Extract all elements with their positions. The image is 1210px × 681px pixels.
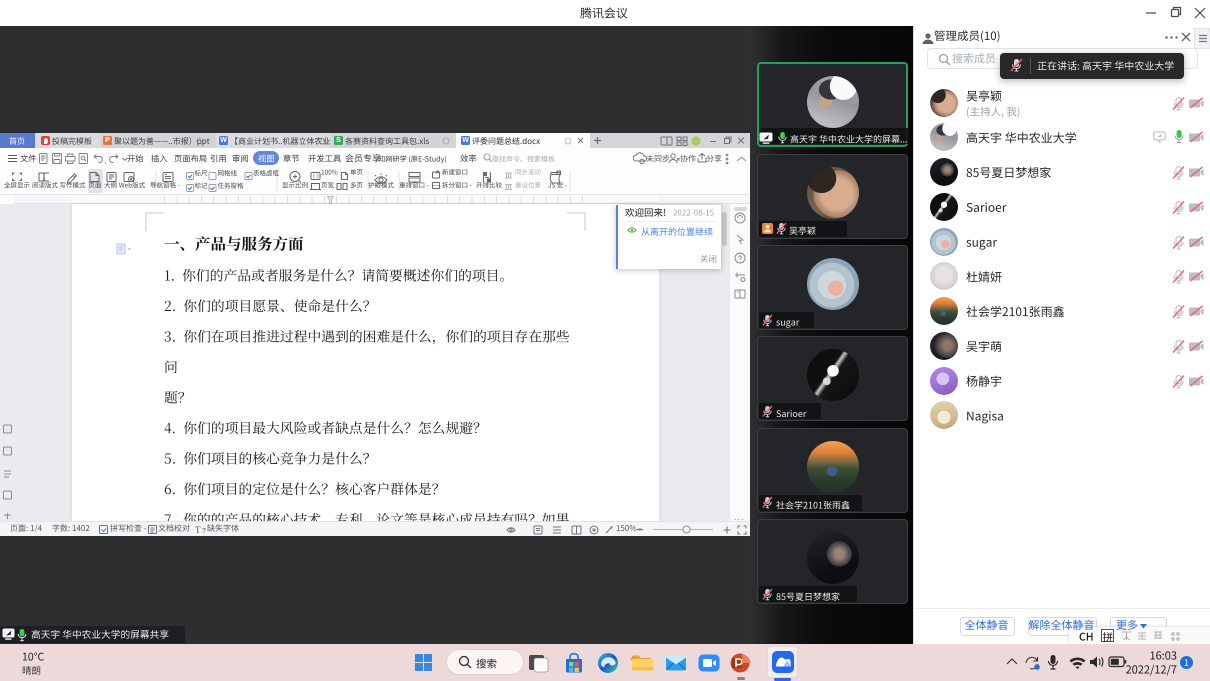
svg-text:T: T bbox=[195, 525, 201, 535]
svg-text:?: ? bbox=[202, 528, 206, 535]
